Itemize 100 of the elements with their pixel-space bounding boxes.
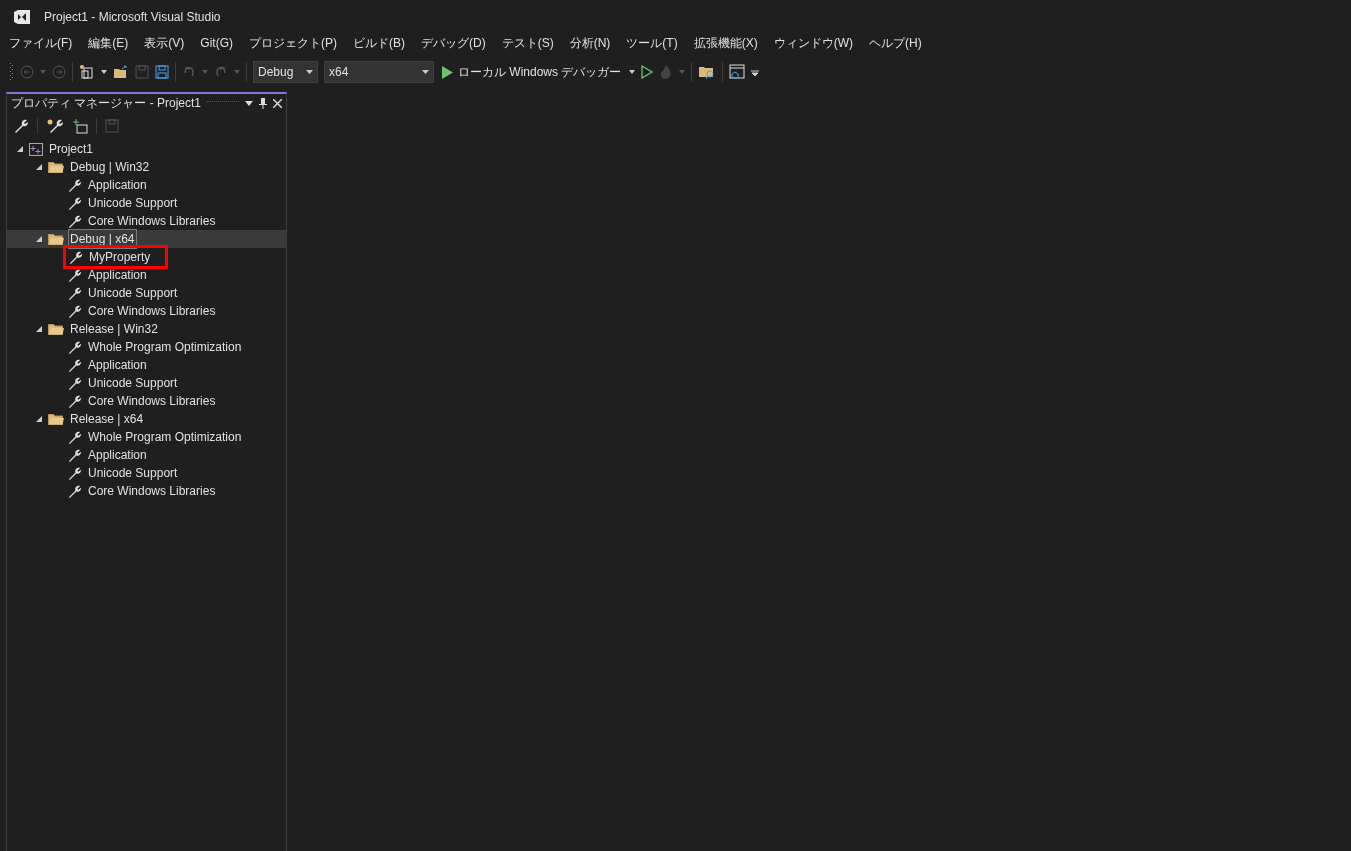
wrench-icon xyxy=(67,285,82,301)
tree-label: Application xyxy=(87,177,148,194)
menu-item[interactable]: ヘルプ(H) xyxy=(864,34,927,52)
project-icon xyxy=(29,142,43,156)
wrench-icon xyxy=(67,447,82,463)
expander-icon[interactable] xyxy=(36,326,42,332)
wrench-icon xyxy=(67,177,82,193)
menu-item[interactable]: ツール(T) xyxy=(621,34,683,52)
tree-row[interactable]: Core Windows Libraries xyxy=(7,392,286,410)
dropdown-caret-icon xyxy=(306,70,313,74)
expander-icon[interactable] xyxy=(36,164,42,170)
wrench-icon xyxy=(67,213,82,229)
tree-row[interactable]: Unicode Support xyxy=(7,284,286,302)
expander-icon[interactable] xyxy=(36,236,42,242)
tree-row[interactable]: Whole Program Optimization xyxy=(7,428,286,446)
wrench-icon[interactable] xyxy=(13,118,29,134)
menu-item[interactable]: 拡張機能(X) xyxy=(688,34,763,52)
tree-row[interactable]: Debug | Win32 xyxy=(7,158,286,176)
tree-row[interactable]: Application xyxy=(7,356,286,374)
expander-icon[interactable] xyxy=(36,416,42,422)
tree-label: Core Windows Libraries xyxy=(87,393,217,410)
tree-row[interactable]: Release | Win32 xyxy=(7,320,286,338)
menu-item[interactable]: テスト(S) xyxy=(496,34,559,52)
tree-label: Whole Program Optimization xyxy=(87,429,243,446)
tree-row[interactable]: Core Windows Libraries xyxy=(7,482,286,500)
dropdown-caret-icon[interactable] xyxy=(245,100,253,106)
expander-icon[interactable] xyxy=(17,146,23,152)
menu-item[interactable]: プロジェクト(P) xyxy=(244,34,342,52)
start-debugging-button[interactable]: ローカル Windows デバッガー xyxy=(440,61,624,83)
close-icon[interactable] xyxy=(273,98,282,108)
wrench-icon xyxy=(67,483,82,499)
tree-label: Core Windows Libraries xyxy=(87,303,217,320)
panel-title: プロパティ マネージャー - Project1 xyxy=(11,95,202,112)
wrench-icon xyxy=(67,195,82,211)
run-outline-icon[interactable] xyxy=(641,65,654,79)
new-item-icon[interactable] xyxy=(79,64,95,80)
menu-item[interactable]: ファイル(F) xyxy=(4,34,78,52)
window-layout-icon[interactable] xyxy=(729,64,746,80)
tree-label: Project1 xyxy=(48,141,95,158)
tree-label: Application xyxy=(87,447,148,464)
wrench-icon xyxy=(67,339,82,355)
play-icon xyxy=(442,65,453,79)
save-all-icon[interactable] xyxy=(155,65,169,79)
dropdown-caret-icon xyxy=(422,70,429,74)
wrench-icon xyxy=(67,429,82,445)
overflow-caret-icon[interactable] xyxy=(751,68,760,76)
menu-item[interactable]: デバッグ(D) xyxy=(416,34,491,52)
window-title: Project1 - Microsoft Visual Studio xyxy=(44,9,221,26)
tree-row[interactable]: Unicode Support xyxy=(7,464,286,482)
tree-row[interactable]: Application xyxy=(7,446,286,464)
menu-item[interactable]: ビルド(B) xyxy=(348,34,410,52)
tree-label: Application xyxy=(87,267,148,284)
tree-row[interactable]: Unicode Support xyxy=(7,194,286,212)
tree-row[interactable]: Project1 xyxy=(7,140,286,158)
platform-dropdown[interactable]: x64 xyxy=(324,61,434,83)
wrench-icon xyxy=(67,375,82,391)
wrench-icon xyxy=(68,249,83,265)
wrench-icon xyxy=(67,267,82,283)
tree-row[interactable]: Whole Program Optimization xyxy=(7,338,286,356)
tree-label: Unicode Support xyxy=(87,465,179,482)
configuration-dropdown[interactable]: Debug xyxy=(253,61,318,83)
tree-row[interactable]: Core Windows Libraries xyxy=(7,212,286,230)
tree-row[interactable]: Application xyxy=(7,176,286,194)
menu-item[interactable]: 表示(V) xyxy=(139,34,190,52)
menu-item[interactable]: 編集(E) xyxy=(83,34,134,52)
new-wrench-icon[interactable] xyxy=(46,118,64,134)
wrench-icon xyxy=(67,465,82,481)
tree-label: Unicode Support xyxy=(87,285,179,302)
tree-label: Unicode Support xyxy=(87,375,179,392)
wrench-icon xyxy=(67,303,82,319)
wrench-icon xyxy=(67,357,82,373)
tree-row[interactable]: Unicode Support xyxy=(7,374,286,392)
tree-row[interactable]: Core Windows Libraries xyxy=(7,302,286,320)
menu-item[interactable]: 分析(N) xyxy=(564,34,616,52)
tree-label: Whole Program Optimization xyxy=(87,339,243,356)
menu-item[interactable]: Git(G) xyxy=(195,34,238,52)
tree-row[interactable]: Application xyxy=(7,266,286,284)
tree-label: Release | Win32 xyxy=(69,321,159,338)
tree-row[interactable]: MyProperty xyxy=(7,248,286,266)
tree-label: Core Windows Libraries xyxy=(87,483,217,500)
dropdown-caret-icon[interactable] xyxy=(101,70,107,74)
tree-label: Unicode Support xyxy=(87,195,179,212)
add-window-icon[interactable] xyxy=(72,118,88,134)
tree-label: Release | x64 xyxy=(69,411,145,428)
tree-label: Application xyxy=(87,357,148,374)
tree-label: Core Windows Libraries xyxy=(87,213,217,230)
tree-row[interactable]: Release | x64 xyxy=(7,410,286,428)
app-logo-icon xyxy=(12,7,32,27)
tree-label: Debug | Win32 xyxy=(69,159,151,176)
open-folder-icon[interactable] xyxy=(113,65,129,79)
pin-icon[interactable] xyxy=(259,97,267,109)
folder-icon xyxy=(48,161,64,173)
folder-icon xyxy=(48,233,64,245)
folder-icon xyxy=(48,413,64,425)
tree-label: MyProperty xyxy=(88,249,152,266)
folder-search-icon[interactable] xyxy=(698,64,717,80)
dropdown-caret-icon[interactable] xyxy=(629,70,636,74)
wrench-icon xyxy=(67,393,82,409)
folder-icon xyxy=(48,323,64,335)
menu-item[interactable]: ウィンドウ(W) xyxy=(768,34,858,52)
